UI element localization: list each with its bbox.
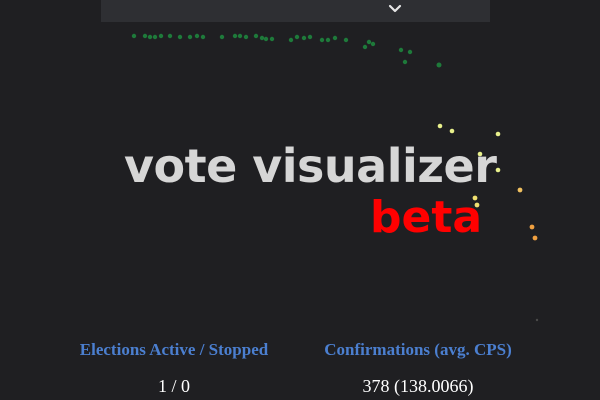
vote-dot [294,34,300,40]
vote-dot [263,36,269,42]
vote-dot [437,123,443,129]
vote-dot [194,33,200,39]
vote-dot [407,49,413,55]
vote-dot [529,224,535,230]
vote-dot [532,235,538,241]
vote-dot [237,33,243,39]
vote-dot [449,128,455,134]
vote-dot [259,35,265,41]
vote-dot [325,37,331,43]
vote-dot [142,33,148,39]
vote-dot [269,36,275,42]
vote-dot [495,131,501,137]
vote-dot [243,34,249,40]
confirmations-label: Confirmations (avg. CPS) [324,340,512,359]
vote-dot [517,187,523,193]
vote-dot [362,44,368,50]
beta-badge: beta [370,192,483,243]
vote-dot [370,41,376,47]
elections-value: 1 / 0 [157,376,190,396]
vote-dot [402,59,408,65]
vote-dot [167,33,173,39]
vote-dot [200,34,206,40]
app-title: vote visualizer [124,139,497,193]
vote-dot [436,62,442,68]
vote-dot [253,33,259,39]
confirmations-value: 378 (138.0066) [362,376,474,396]
orange-dot-group [472,187,539,322]
vote-dot [158,33,164,39]
vote-dot [343,37,349,43]
vote-dot [232,33,238,39]
green-dot-group [131,33,442,68]
vote-dot [288,37,294,43]
vote-dot [535,318,539,322]
vote-dot [366,39,372,45]
vote-dot [187,34,193,40]
vote-dot [152,34,158,40]
vote-dot [177,34,183,40]
vote-dot [332,35,338,41]
vote-dot [147,34,153,40]
vote-dot [301,35,307,41]
vote-dot [219,34,225,40]
vote-dot [398,47,404,53]
elections-label: Elections Active / Stopped [79,340,269,359]
vote-dot [131,33,137,39]
vote-dot [319,37,325,43]
vote-dot [307,34,313,40]
